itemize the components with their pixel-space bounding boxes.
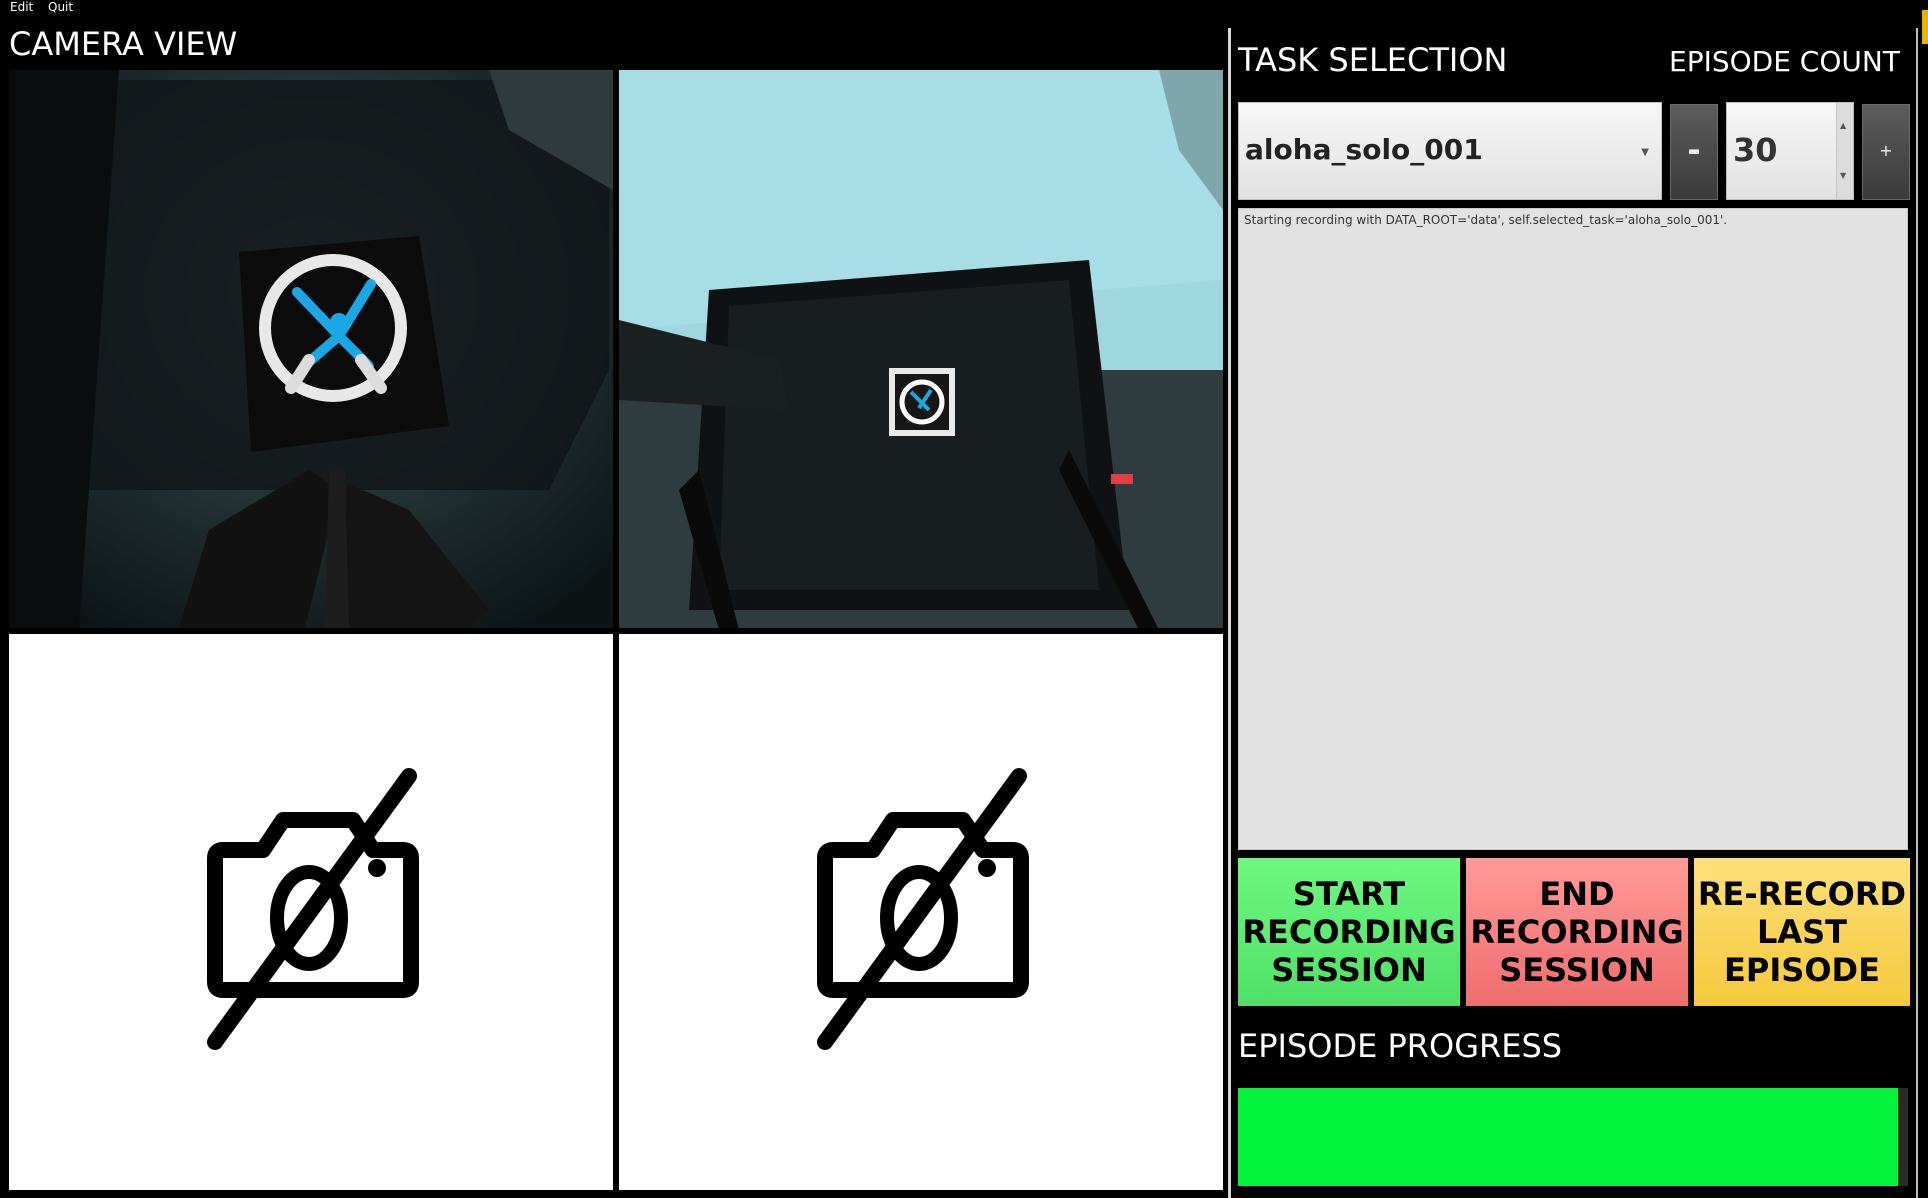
task-select-value: aloha_solo_001 [1245,133,1483,166]
task-select[interactable]: aloha_solo_001 ▼ [1238,102,1662,200]
camera-off-icon [817,768,1029,1050]
rerecord-last-episode-label: RE-RECORD LAST EPISODE [1697,875,1907,989]
rerecord-last-episode-button[interactable]: RE-RECORD LAST EPISODE [1694,858,1910,1006]
episode-progress-bar [1238,1088,1908,1186]
camera-feed-1 [9,70,613,628]
end-recording-button[interactable]: END RECORDING SESSION [1466,858,1688,1006]
episode-progress-fill [1238,1088,1898,1186]
camera-view-title: CAMERA VIEW [9,25,238,63]
chevron-down-icon: ▼ [1641,147,1649,158]
start-recording-button[interactable]: START RECORDING SESSION [1238,858,1460,1006]
episode-increment-label: + [1879,141,1893,160]
start-recording-label: START RECORDING SESSION [1242,875,1456,989]
spin-down-icon[interactable]: ▼ [1840,171,1846,180]
panel-divider [1228,28,1231,1198]
camera-feed-3 [9,634,613,1190]
episode-decrement-label: - [1687,131,1701,169]
spin-up-icon[interactable]: ▲ [1840,121,1846,130]
camera-feed-overhead-icon [619,70,1223,628]
camera-feed-4 [619,634,1223,1190]
spinbox-arrows[interactable]: ▲ ▼ [1836,103,1853,199]
task-selection-title: TASK SELECTION [1238,41,1508,79]
log-output[interactable]: Starting recording with DATA_ROOT='data'… [1238,208,1908,850]
menu-quit[interactable]: Quit [48,0,73,14]
window-edge-accent [1922,10,1928,44]
menu-bar: Edit Quit [0,0,1928,16]
camera-feed-wrist-icon [9,70,613,628]
window-edge [1916,28,1918,1198]
episode-progress-title: EPISODE PROGRESS [1238,1027,1563,1065]
episode-increment-button[interactable]: + [1862,104,1910,200]
episode-count-title: EPISODE COUNT [1669,45,1900,78]
camera-off-icon [207,768,419,1050]
menu-edit[interactable]: Edit [10,0,33,14]
end-recording-label: END RECORDING SESSION [1470,875,1684,989]
log-line: Starting recording with DATA_ROOT='data'… [1244,213,1728,227]
episode-count-spinbox[interactable]: 30 ▲ ▼ [1726,102,1854,200]
episode-decrement-button[interactable]: - [1670,104,1718,200]
episode-count-value: 30 [1733,131,1778,169]
camera-feed-2 [619,70,1223,628]
